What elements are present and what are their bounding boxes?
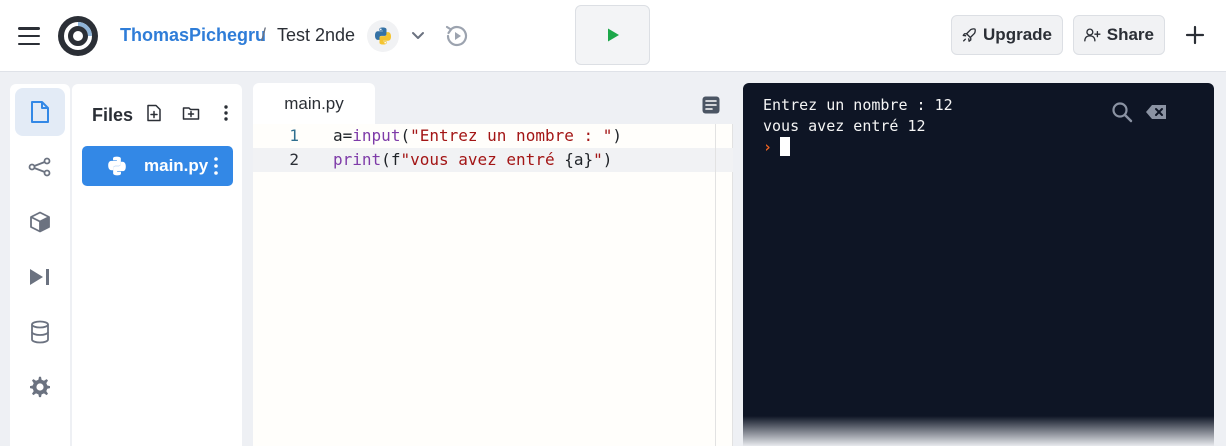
text-cursor xyxy=(780,137,791,156)
file-icon xyxy=(31,101,49,123)
line-number: 1 xyxy=(289,126,299,145)
line-number: 2 xyxy=(289,150,299,169)
breadcrumb-repl-name[interactable]: Test 2nde xyxy=(277,25,355,46)
gear-icon xyxy=(30,376,50,398)
step-forward-icon xyxy=(30,269,49,285)
files-title: Files xyxy=(92,105,134,125)
file-item-label: main.py xyxy=(144,156,209,175)
run-button[interactable] xyxy=(575,5,650,65)
sidebar-item-git[interactable] xyxy=(15,143,65,191)
code-line-current[interactable]: 2 print(f"vous avez entré {a}") xyxy=(253,148,733,172)
console-prompt[interactable]: › xyxy=(763,137,791,156)
console-output-line: vous avez entré 12 xyxy=(763,117,926,135)
code-line[interactable]: 1 a=input("Entrez un nombre : ") xyxy=(253,124,733,148)
more-options-icon[interactable] xyxy=(217,104,235,122)
code-line-text: print(f"vous avez entré {a}") xyxy=(333,150,613,169)
sidebar-item-files[interactable] xyxy=(15,88,65,136)
language-badge[interactable] xyxy=(367,20,399,52)
file-menu-icon[interactable] xyxy=(213,156,219,176)
chevron-down-icon[interactable] xyxy=(409,26,427,44)
tab-main-py[interactable]: main.py xyxy=(253,83,375,125)
rocket-icon xyxy=(962,28,976,42)
code-line-text: a=input("Entrez un nombre : ") xyxy=(333,126,623,145)
clear-console-icon[interactable] xyxy=(1145,101,1169,123)
replit-logo-icon[interactable] xyxy=(57,15,99,57)
breadcrumb-separator: / xyxy=(261,25,267,45)
python-file-icon xyxy=(108,156,126,176)
files-pane: Files main.py xyxy=(72,84,242,446)
editor-ruler xyxy=(715,124,716,446)
add-user-icon xyxy=(1084,28,1101,42)
upgrade-label: Upgrade xyxy=(983,25,1052,44)
search-icon[interactable] xyxy=(1111,101,1133,123)
history-icon[interactable] xyxy=(443,22,471,50)
console-pane[interactable]: Entrez un nombre : 12 vous avez entré 12… xyxy=(743,83,1214,446)
package-icon xyxy=(30,211,50,233)
database-icon xyxy=(31,320,49,344)
tool-sidebar xyxy=(10,84,70,446)
share-button[interactable]: Share xyxy=(1073,15,1165,55)
console-bottom-fade xyxy=(743,416,1214,446)
share-label: Share xyxy=(1106,25,1154,44)
sidebar-item-packages[interactable] xyxy=(15,198,65,246)
upgrade-button[interactable]: Upgrade xyxy=(951,15,1063,55)
tab-label: main.py xyxy=(284,94,344,113)
console-output-line: Entrez un nombre : 12 xyxy=(763,96,953,114)
breadcrumb-user[interactable]: ThomasPichegru xyxy=(120,25,266,46)
prompt-icon: › xyxy=(763,137,773,156)
code-area[interactable]: 1 a=input("Entrez un nombre : ") 2 print… xyxy=(253,124,733,446)
format-icon[interactable] xyxy=(701,95,721,115)
code-editor: main.py 1 a=input("Entrez un nombre : ")… xyxy=(253,83,733,446)
file-item-main-py[interactable]: main.py xyxy=(82,146,233,186)
top-bar: ThomasPichegru / Test 2nde Upgrade Share xyxy=(0,0,1226,72)
sidebar-item-debugger[interactable] xyxy=(15,253,65,301)
sidebar-item-settings[interactable] xyxy=(15,363,65,411)
play-icon xyxy=(607,28,619,42)
git-icon xyxy=(28,157,51,177)
sidebar-item-database[interactable] xyxy=(15,308,65,356)
plus-icon[interactable] xyxy=(1184,24,1206,46)
scrollbar[interactable] xyxy=(1217,83,1226,446)
menu-icon[interactable] xyxy=(18,27,40,45)
new-folder-icon[interactable] xyxy=(182,104,200,122)
python-icon xyxy=(375,27,391,45)
new-file-icon[interactable] xyxy=(145,104,163,122)
